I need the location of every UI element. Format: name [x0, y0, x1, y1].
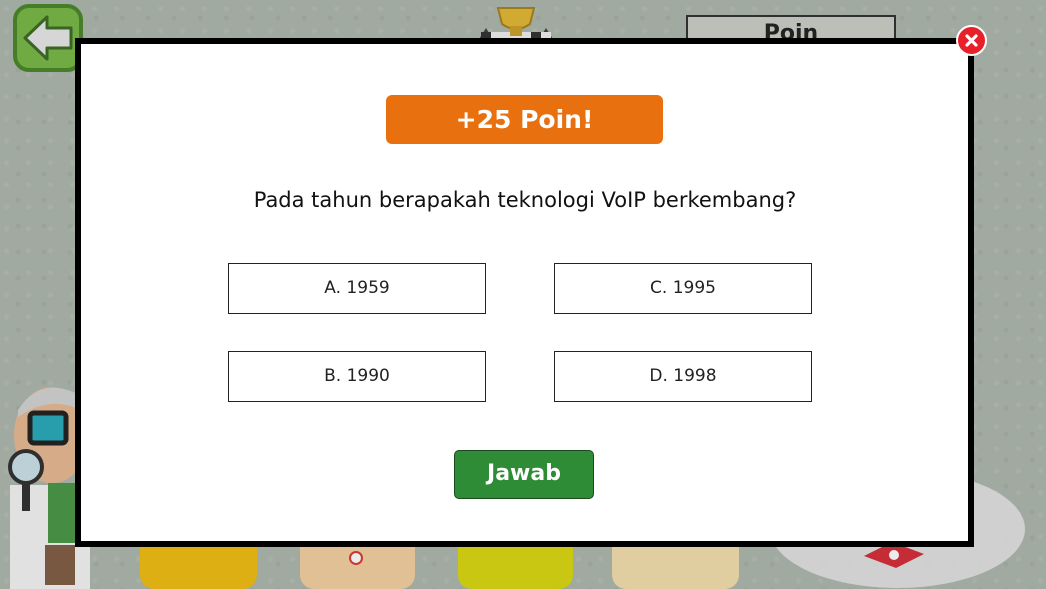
question-text: Pada tahun berapakah teknologi VoIP berk…	[253, 188, 797, 212]
option-c[interactable]: C. 1995	[554, 263, 812, 314]
option-b[interactable]: B. 1990	[228, 351, 486, 402]
close-button[interactable]	[956, 25, 987, 56]
option-d[interactable]: D. 1998	[554, 351, 812, 402]
close-icon	[965, 34, 978, 47]
option-a[interactable]: A. 1959	[228, 263, 486, 314]
points-awarded-badge: +25 Poin!	[386, 95, 663, 144]
submit-answer-button[interactable]: Jawab	[454, 450, 594, 499]
